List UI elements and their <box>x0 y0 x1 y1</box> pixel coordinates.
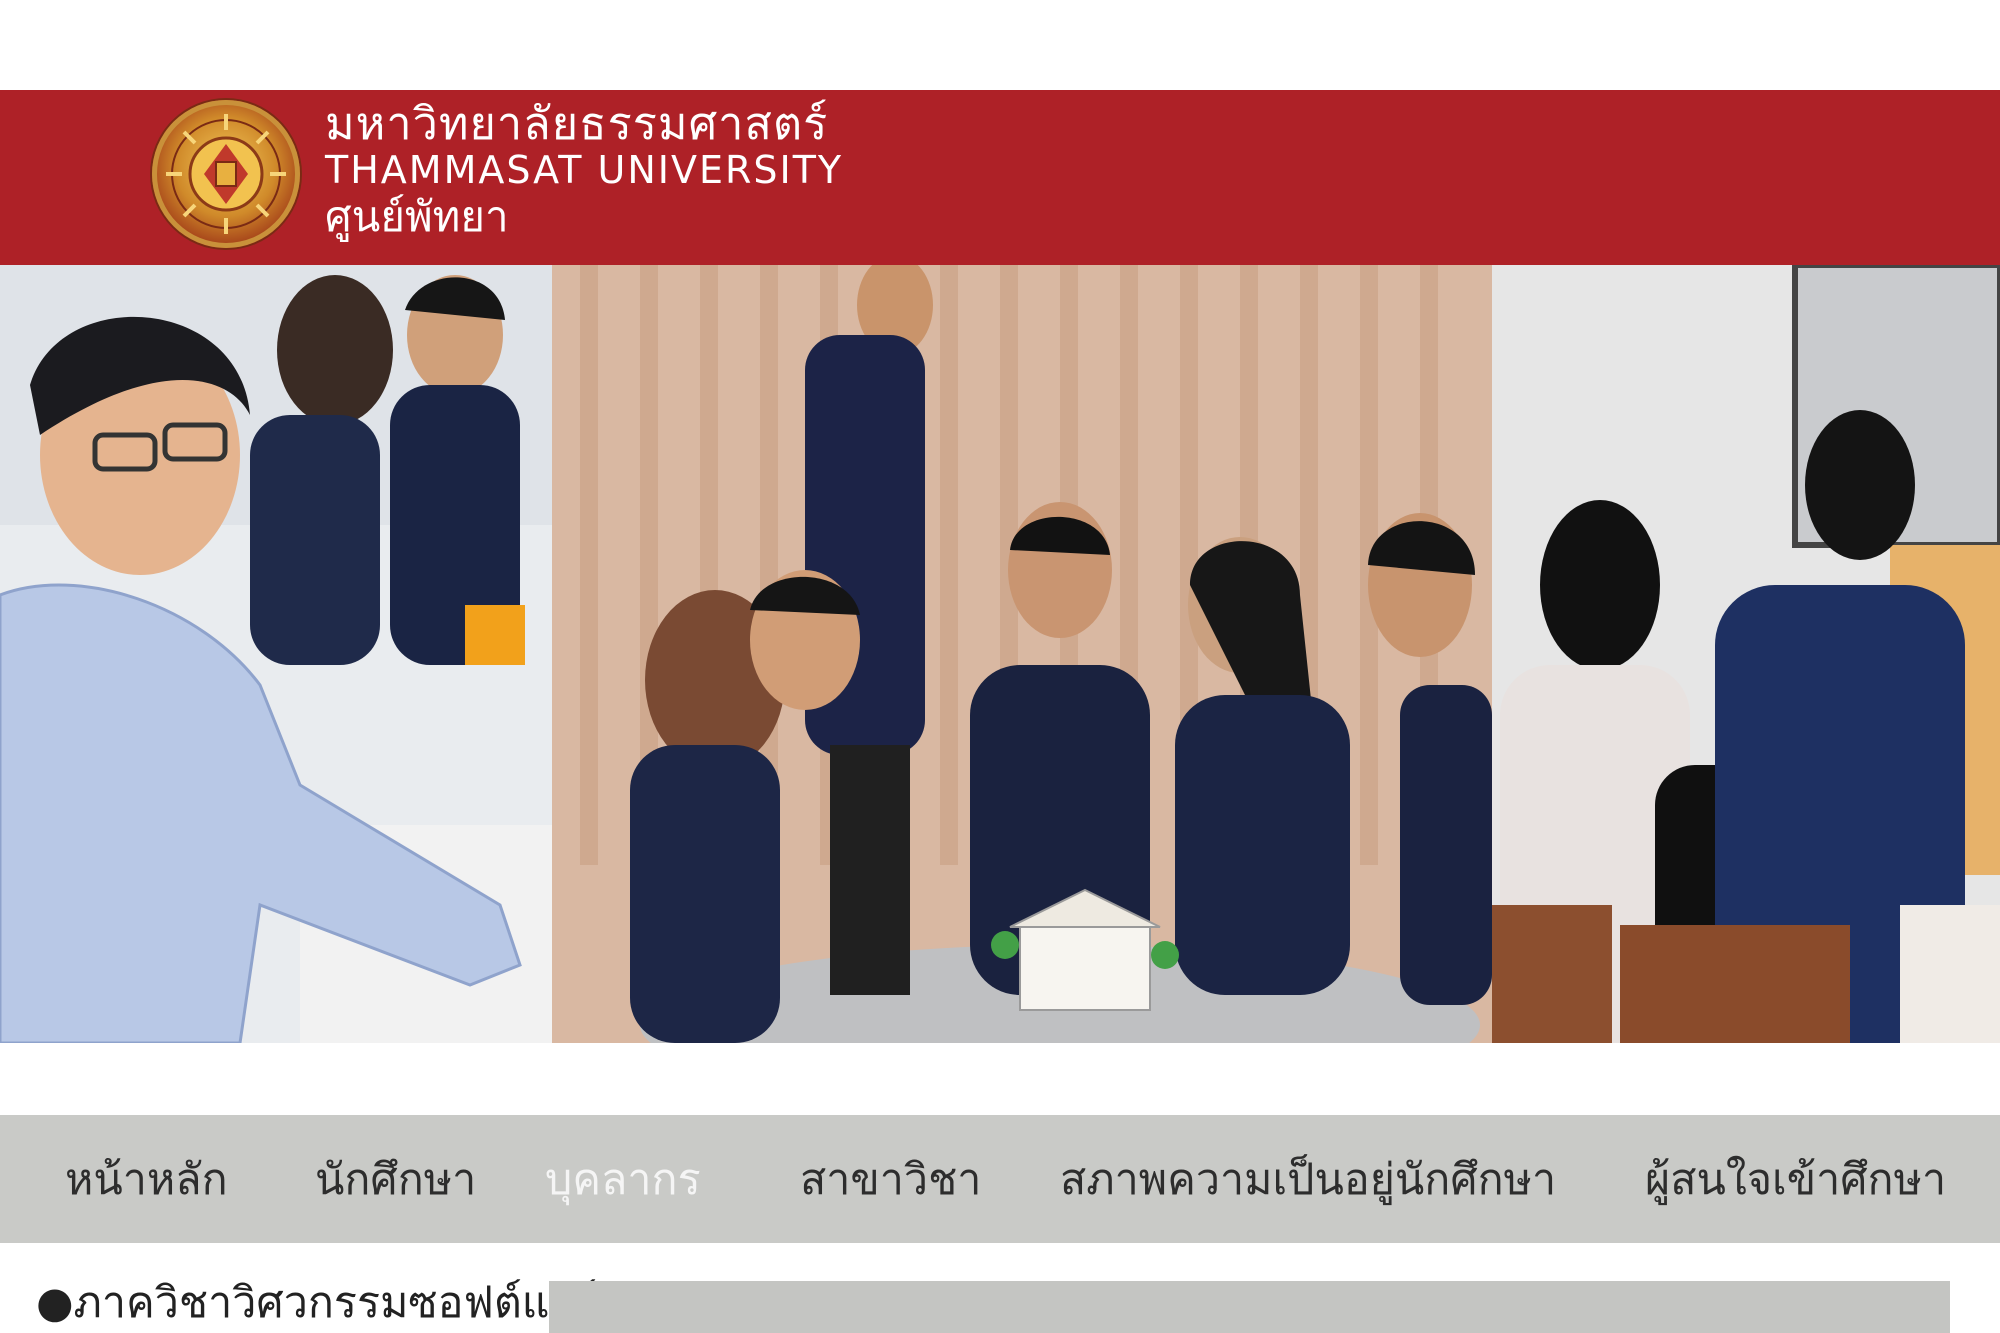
nav-item-home[interactable]: หน้าหลัก <box>65 1150 228 1210</box>
banner-photo-collage <box>0 265 2000 1043</box>
department-heading: ●ภาควิชาวิศวกรรมซอฟต์แวร์ <box>36 1278 597 1328</box>
nav-item-personnel[interactable]: บุคลากร <box>545 1150 701 1210</box>
content-header-bar <box>549 1281 1950 1333</box>
university-name-thai: มหาวิทยาลัยธรรมศาสตร์ <box>325 97 829 150</box>
nav-item-student-life[interactable]: สภาพความเป็นอยู่นักศึกษา <box>1060 1150 1556 1210</box>
header-banner <box>0 90 2000 265</box>
university-name-english: THAMMASAT UNIVERSITY <box>325 148 844 192</box>
nav-item-students[interactable]: นักศึกษา <box>315 1150 476 1210</box>
university-seal-logo[interactable] <box>152 100 300 248</box>
nav-item-prospective-students[interactable]: ผู้สนใจเข้าศึกษา <box>1645 1150 1946 1210</box>
nav-item-departments[interactable]: สาขาวิชา <box>800 1150 981 1210</box>
campus-name: ศูนย์พัทยา <box>325 192 509 241</box>
